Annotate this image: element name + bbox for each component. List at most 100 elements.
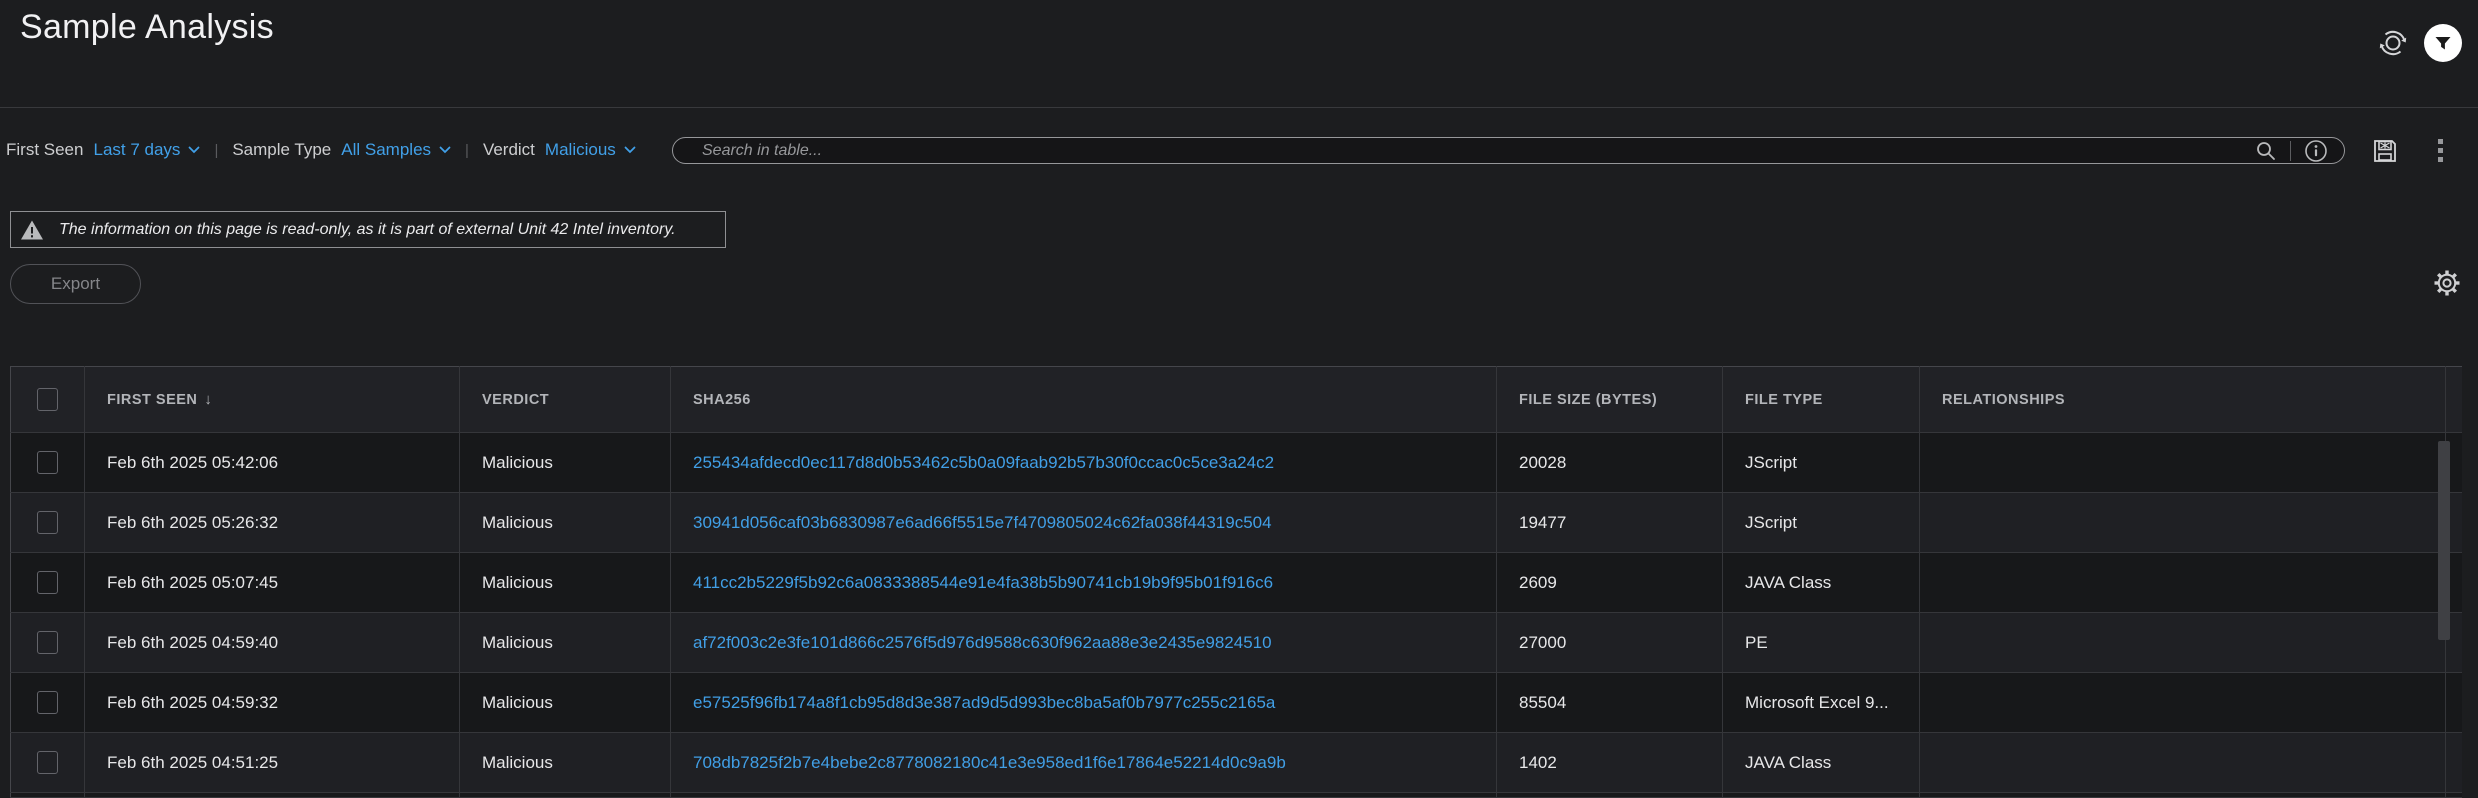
cell-file-type: PE: [1723, 613, 1920, 673]
sha256-link[interactable]: 411cc2b5229f5b92c6a0833388544e91e4fa38b5…: [693, 573, 1273, 592]
cell-file-type: Microsoft Excel 9...: [1723, 673, 1920, 733]
filter-separator: |: [465, 142, 469, 159]
cell-file-type: JScript: [1723, 493, 1920, 553]
table-row[interactable]: Feb 6th 2025 04:59:40 Malicious af72f003…: [11, 613, 2463, 673]
refresh-sync-icon: [2376, 26, 2410, 60]
sha256-link[interactable]: 255434afdecd0ec117d8d0b53462c5b0a09faab9…: [693, 453, 1274, 472]
warning-triangle-icon: [20, 219, 44, 241]
cell-file-size: 27000: [1497, 613, 1723, 673]
column-header-relationships[interactable]: RELATIONSHIPS: [1920, 367, 2446, 433]
filter-first-seen-value[interactable]: Last 7 days: [93, 140, 200, 160]
cell-relationships: [1920, 613, 2446, 673]
column-header-sha256[interactable]: SHA256: [671, 367, 1497, 433]
filter-bar: First Seen Last 7 days | Sample Type All…: [6, 136, 636, 164]
kebab-dot: [2438, 148, 2443, 153]
cell-relationships: [1920, 493, 2446, 553]
sha256-link[interactable]: 708db7825f2b7e4bebe2c8778082180c41e3e958…: [693, 753, 1286, 772]
cell-first-seen: Feb 6th 2025 04:59:40: [85, 613, 460, 673]
search-icon[interactable]: [2255, 140, 2277, 162]
topbar-icons: [2376, 24, 2462, 62]
cell-verdict: Malicious: [460, 553, 671, 613]
table-row[interactable]: Feb 6th 2025 04:51:25 Malicious 708db782…: [11, 733, 2463, 793]
cell-file-type: JAVA Class: [1723, 733, 1920, 793]
save-floppy-icon: [2372, 138, 2398, 164]
samples-table: FIRST SEEN↓ VERDICT SHA256 FILE SIZE (BY…: [10, 366, 2462, 798]
column-header-file-size[interactable]: FILE SIZE (BYTES): [1497, 367, 1723, 433]
cell-file-size: 85504: [1497, 673, 1723, 733]
page-title: Sample Analysis: [20, 8, 274, 47]
cell-verdict: Malicious: [460, 433, 671, 493]
cell-first-seen: Feb 6th 2025 05:42:06: [85, 433, 460, 493]
scrollbar-track-cell: [2446, 733, 2463, 793]
save-view-button[interactable]: [2372, 138, 2398, 164]
scrollbar-track-cell: [2446, 673, 2463, 733]
refresh-sync-button[interactable]: [2376, 26, 2410, 60]
cell-first-seen: Feb 6th 2025 05:26:32: [85, 493, 460, 553]
sha256-link[interactable]: af72f003c2e3fe101d866c2576f5d976d9588c63…: [693, 633, 1272, 652]
cell-file-type: JScript: [1723, 433, 1920, 493]
filter-sample-type-label: Sample Type: [232, 140, 331, 160]
row-checkbox[interactable]: [37, 631, 58, 654]
table-settings-button[interactable]: [2432, 268, 2462, 298]
filter-verdict-value[interactable]: Malicious: [545, 140, 636, 160]
search-divider: [2290, 141, 2291, 161]
sha256-link[interactable]: e57525f96fb174a8f1cb95d8d3e387ad9d5d993b…: [693, 693, 1275, 712]
filter-verdict-label: Verdict: [483, 140, 535, 160]
table-search: [672, 137, 2345, 164]
column-header-verdict[interactable]: VERDICT: [460, 367, 671, 433]
sample-analysis-page: Sample Analysis: [0, 0, 2478, 798]
cell-relationships: [1920, 733, 2446, 793]
user-filter-avatar-button[interactable]: [2424, 24, 2462, 62]
chevron-down-icon: [439, 146, 451, 154]
chevron-down-icon: [624, 146, 636, 154]
cell-file-size: 19477: [1497, 493, 1723, 553]
funnel-filter-icon: [2433, 33, 2453, 53]
info-icon[interactable]: [2304, 139, 2328, 163]
select-all-checkbox[interactable]: [37, 388, 58, 411]
cell-first-seen: Feb 6th 2025 05:07:45: [85, 553, 460, 613]
scrollbar-column-header: [2446, 367, 2463, 433]
row-checkbox[interactable]: [37, 451, 58, 474]
notice-text: The information on this page is read-onl…: [59, 221, 676, 239]
cell-file-size: 2609: [1497, 553, 1723, 613]
row-checkbox[interactable]: [37, 571, 58, 594]
more-options-kebab-button[interactable]: [2438, 139, 2443, 162]
cell-verdict: Malicious: [460, 673, 671, 733]
cell-relationships: [1920, 433, 2446, 493]
cell-verdict: Malicious: [460, 613, 671, 673]
cell-relationships: [1920, 553, 2446, 613]
table-header-row: FIRST SEEN↓ VERDICT SHA256 FILE SIZE (BY…: [11, 367, 2463, 433]
row-checkbox[interactable]: [37, 751, 58, 774]
table-row[interactable]: Feb 6th 2025 04:59:32 Malicious e57525f9…: [11, 673, 2463, 733]
header-divider: [0, 107, 2478, 108]
sha256-link[interactable]: 30941d056caf03b6830987e6ad66f5515e7f4709…: [693, 513, 1272, 532]
cell-file-size: 20028: [1497, 433, 1723, 493]
table-row[interactable]: Feb 6th 2025 05:07:45 Malicious 411cc2b5…: [11, 553, 2463, 613]
cell-file-type: JAVA Class: [1723, 553, 1920, 613]
table-row-partial: [11, 793, 2463, 798]
search-input[interactable]: [700, 141, 2255, 161]
table-row[interactable]: Feb 6th 2025 05:26:32 Malicious 30941d05…: [11, 493, 2463, 553]
kebab-dot: [2438, 139, 2443, 144]
vertical-scrollbar[interactable]: [2438, 441, 2450, 640]
column-header-first-seen[interactable]: FIRST SEEN↓: [85, 367, 460, 433]
export-button[interactable]: Export: [10, 264, 141, 304]
chevron-down-icon: [188, 146, 200, 154]
cell-first-seen: Feb 6th 2025 04:59:32: [85, 673, 460, 733]
row-checkbox[interactable]: [37, 691, 58, 714]
cell-verdict: Malicious: [460, 493, 671, 553]
gear-icon: [2432, 268, 2462, 298]
table-row[interactable]: Feb 6th 2025 05:42:06 Malicious 255434af…: [11, 433, 2463, 493]
read-only-notice: The information on this page is read-onl…: [10, 211, 726, 248]
avatar: [2424, 24, 2462, 62]
cell-file-size: 1402: [1497, 733, 1723, 793]
cell-verdict: Malicious: [460, 733, 671, 793]
column-header-file-type[interactable]: FILE TYPE: [1723, 367, 1920, 433]
filter-sample-type-value[interactable]: All Samples: [341, 140, 451, 160]
sort-descending-icon: ↓: [204, 391, 212, 408]
cell-first-seen: Feb 6th 2025 04:51:25: [85, 733, 460, 793]
kebab-dot: [2438, 157, 2443, 162]
filter-separator: |: [214, 142, 218, 159]
row-checkbox[interactable]: [37, 511, 58, 534]
cell-relationships: [1920, 673, 2446, 733]
